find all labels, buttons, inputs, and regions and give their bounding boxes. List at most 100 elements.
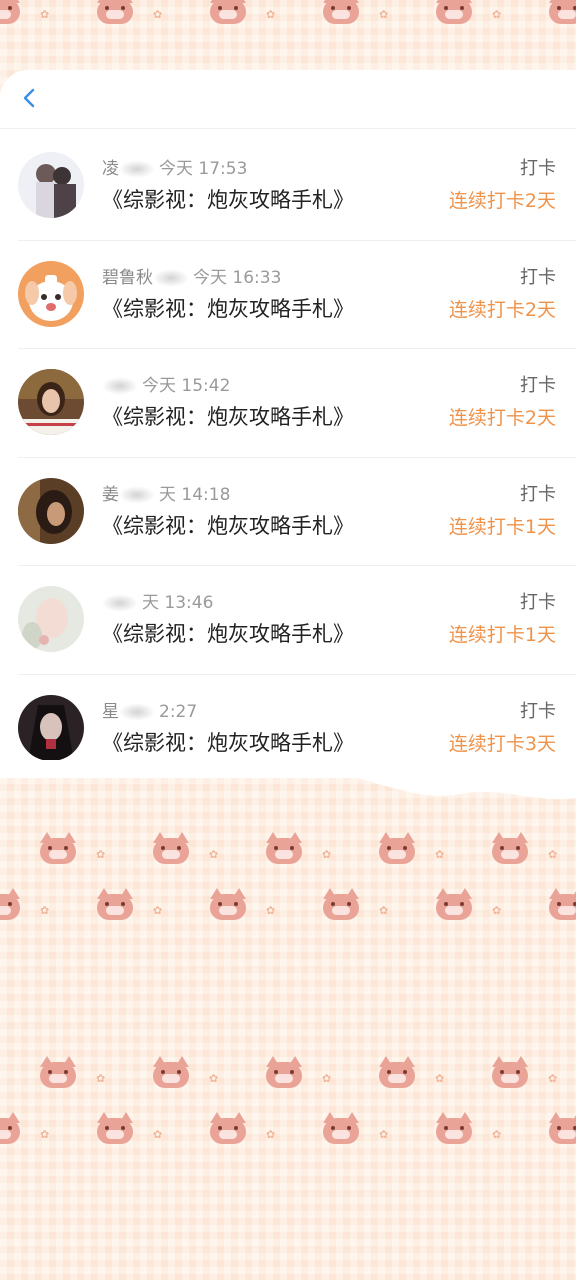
book-title[interactable]: 《综影视：炮灰攻略手札》	[102, 727, 354, 757]
user-name[interactable]: 碧鲁秋	[102, 268, 153, 288]
cat-pattern-icon	[206, 0, 250, 26]
streak-count: 连续打卡2天	[448, 407, 556, 429]
cat-pattern-icon	[262, 830, 306, 866]
flower-pattern-icon: ✿	[492, 904, 502, 917]
cat-pattern-icon	[93, 886, 137, 922]
timestamp: 今天 15:42	[142, 376, 231, 396]
top-bar	[0, 70, 576, 129]
checkin-label: 打卡	[520, 483, 556, 505]
flower-pattern-icon: ✿	[322, 848, 332, 861]
cat-pattern-icon	[319, 886, 363, 922]
book-title[interactable]: 《综影视：炮灰攻略手札》	[102, 293, 354, 323]
user-name[interactable]: 星	[102, 702, 119, 722]
checkin-list: 凌 今天 17:53 《综影视：炮灰攻略手札》 打卡 连续打卡2天 碧鲁秋 今天 …	[0, 132, 576, 782]
avatar[interactable]	[18, 586, 84, 652]
cat-pattern-icon	[0, 0, 24, 26]
user-name[interactable]: 凌	[102, 159, 119, 179]
flower-pattern-icon: ✿	[40, 8, 50, 21]
cat-pattern-icon	[545, 1110, 576, 1146]
book-title[interactable]: 《综影视：炮灰攻略手札》	[102, 184, 354, 214]
user-meta: 天 13:46	[102, 588, 213, 613]
flower-pattern-icon: ✿	[548, 1072, 558, 1085]
checkin-label: 打卡	[520, 375, 556, 396]
flower-pattern-icon: ✿	[266, 8, 276, 21]
user-meta: 凌 今天 17:53	[102, 154, 247, 179]
user-meta: 姜 天 14:18	[102, 480, 230, 505]
cat-pattern-icon	[206, 1110, 250, 1146]
book-title[interactable]: 《综影视：炮灰攻略手札》	[102, 618, 354, 648]
cat-pattern-icon	[206, 886, 250, 922]
avatar[interactable]	[18, 369, 84, 435]
timestamp: 2:27	[159, 701, 198, 722]
flower-pattern-icon: ✿	[153, 904, 163, 917]
redacted-text	[119, 485, 155, 504]
flower-pattern-icon: ✿	[435, 848, 445, 861]
flower-pattern-icon: ✿	[492, 1128, 502, 1141]
flower-pattern-icon: ✿	[40, 1128, 50, 1141]
cat-pattern-icon	[488, 830, 532, 866]
cat-pattern-icon	[375, 830, 419, 866]
cat-pattern-icon	[149, 830, 193, 866]
cat-pattern-icon	[375, 1054, 419, 1090]
timestamp: 天 14:18	[159, 484, 231, 505]
flower-pattern-icon: ✿	[209, 1072, 219, 1085]
cat-pattern-icon	[545, 0, 576, 26]
cat-pattern-icon	[319, 1110, 363, 1146]
list-item[interactable]: 姜 天 14:18 《综影视：炮灰攻略手札》 打卡 连续打卡1天	[18, 458, 576, 566]
redacted-text	[153, 268, 189, 287]
chevron-left-icon[interactable]	[18, 86, 42, 110]
flower-pattern-icon: ✿	[435, 1072, 445, 1085]
list-item[interactable]: 天 13:46 《综影视：炮灰攻略手札》 打卡 连续打卡1天	[18, 566, 576, 675]
timestamp: 今天 16:33	[193, 267, 282, 288]
cat-pattern-icon	[432, 0, 476, 26]
list-item[interactable]: 碧鲁秋 今天 16:33 《综影视：炮灰攻略手札》 打卡 连续打卡2天	[18, 241, 576, 349]
flower-pattern-icon: ✿	[322, 1072, 332, 1085]
list-item[interactable]: 今天 15:42 《综影视：炮灰攻略手札》 打卡 连续打卡2天	[18, 349, 576, 458]
flower-pattern-icon: ✿	[266, 1128, 276, 1141]
flower-pattern-icon: ✿	[209, 848, 219, 861]
flower-pattern-icon: ✿	[548, 848, 558, 861]
checkin-list-card: 凌 今天 17:53 《综影视：炮灰攻略手札》 打卡 连续打卡2天 碧鲁秋 今天 …	[0, 70, 576, 778]
book-title[interactable]: 《综影视：炮灰攻略手札》	[102, 510, 354, 540]
redacted-text	[119, 160, 155, 178]
avatar[interactable]	[18, 152, 84, 218]
flower-pattern-icon: ✿	[96, 848, 106, 861]
cat-pattern-icon	[36, 1054, 80, 1090]
cat-pattern-icon	[319, 0, 363, 26]
timestamp: 天 13:46	[142, 593, 214, 613]
cat-pattern-icon	[93, 1110, 137, 1146]
book-title[interactable]: 《综影视：炮灰攻略手札》	[102, 401, 354, 431]
avatar[interactable]	[18, 477, 84, 544]
streak-count: 连续打卡2天	[448, 190, 556, 212]
checkin-label: 打卡	[520, 266, 556, 288]
flower-pattern-icon: ✿	[266, 904, 276, 917]
flower-pattern-icon: ✿	[153, 8, 163, 21]
user-name[interactable]: 姜	[102, 485, 119, 505]
user-meta: 今天 15:42	[102, 371, 230, 396]
avatar[interactable]	[18, 694, 84, 761]
cat-pattern-icon	[432, 886, 476, 922]
avatar[interactable]	[18, 260, 84, 327]
redacted-text	[102, 594, 138, 612]
streak-count: 连续打卡2天	[448, 298, 556, 321]
streak-count: 连续打卡3天	[448, 732, 556, 755]
checkin-label: 打卡	[520, 700, 556, 722]
cat-pattern-icon	[432, 1110, 476, 1146]
checkin-label: 打卡	[520, 158, 556, 179]
cat-pattern-icon	[488, 1054, 532, 1090]
redacted-text	[119, 702, 155, 721]
cat-pattern-icon	[0, 886, 24, 922]
streak-count: 连续打卡1天	[448, 624, 556, 646]
list-item[interactable]: 凌 今天 17:53 《综影视：炮灰攻略手札》 打卡 连续打卡2天	[18, 132, 576, 241]
flower-pattern-icon: ✿	[379, 1128, 389, 1141]
flower-pattern-icon: ✿	[96, 1072, 106, 1085]
user-meta: 星 2:27	[102, 697, 197, 722]
timestamp: 今天 17:53	[159, 159, 248, 179]
user-meta: 碧鲁秋 今天 16:33	[102, 263, 281, 288]
redacted-text	[102, 377, 138, 395]
cat-pattern-icon	[262, 1054, 306, 1090]
cat-pattern-icon	[36, 830, 80, 866]
flower-pattern-icon: ✿	[153, 1128, 163, 1141]
torn-edge	[0, 760, 576, 800]
flower-pattern-icon: ✿	[40, 904, 50, 917]
